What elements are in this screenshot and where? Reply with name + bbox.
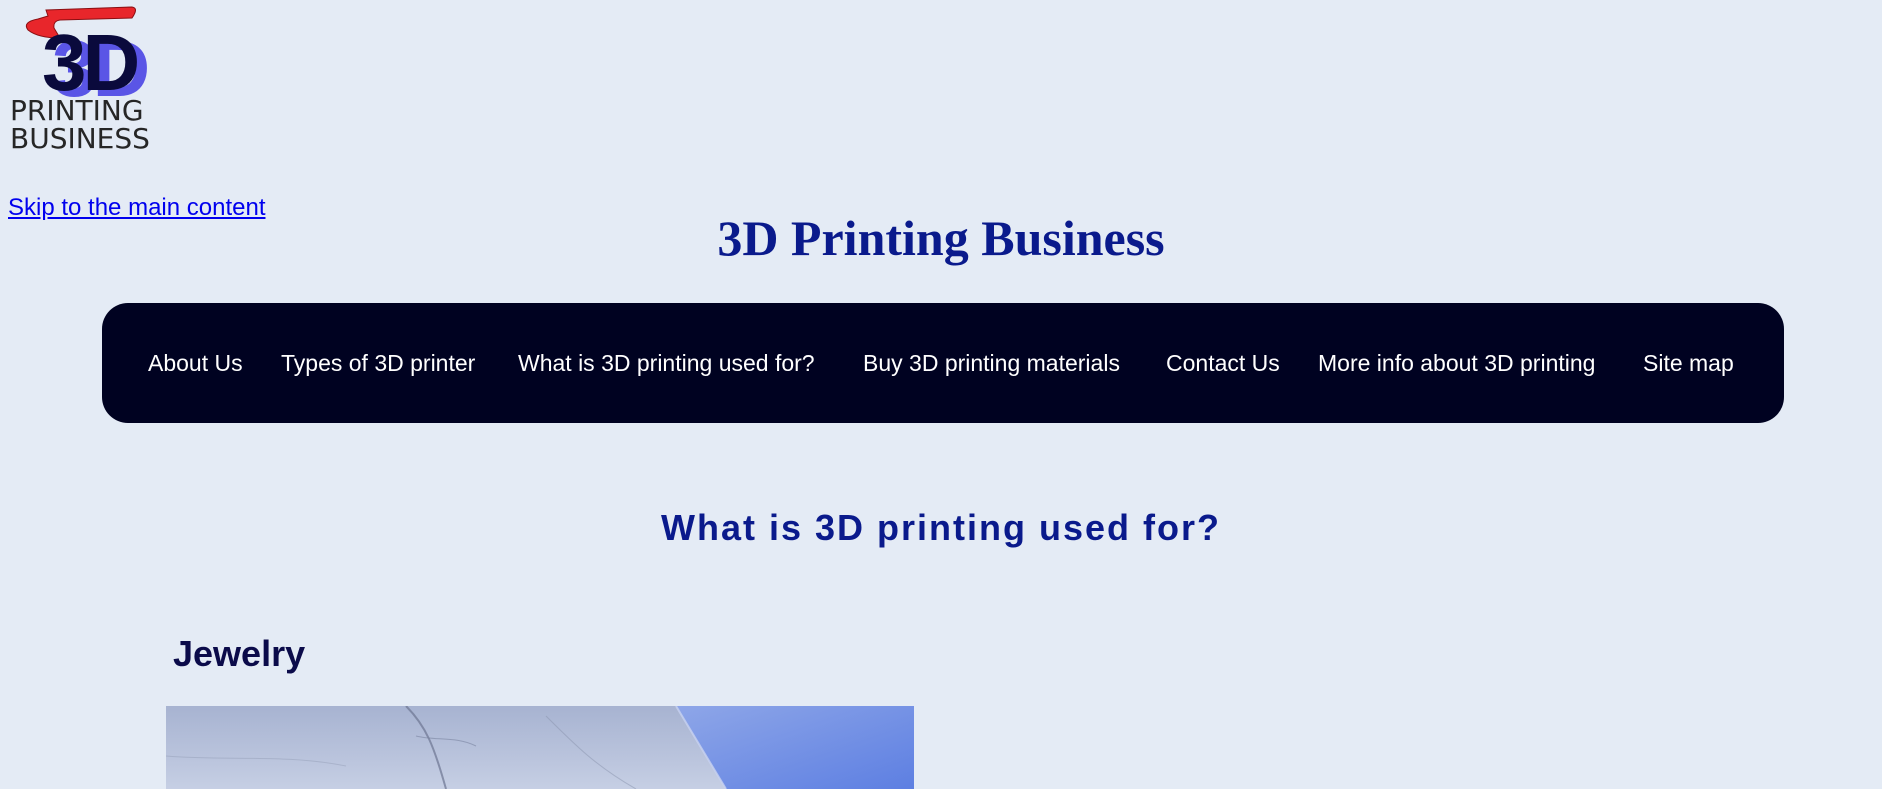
logo-line2: BUSINESS <box>10 122 150 154</box>
nav-item-about-us[interactable]: About Us <box>148 303 243 423</box>
nav-item-what-is-3d-printing-used-for[interactable]: What is 3D printing used for? <box>518 303 815 423</box>
site-title: 3D Printing Business <box>717 210 1165 266</box>
nav-item-more-info-about-3d-printing[interactable]: More info about 3D printing <box>1318 303 1595 423</box>
jewelry-image <box>166 706 914 789</box>
section-heading-jewelry: Jewelry <box>173 633 306 674</box>
marble-photo <box>166 706 914 789</box>
nav-item-buy-3d-printing-materials[interactable]: Buy 3D printing materials <box>863 303 1120 423</box>
page-heading: What is 3D printing used for? <box>661 507 1221 548</box>
nav-item-contact-us[interactable]: Contact Us <box>1166 303 1280 423</box>
main-nav: About Us Types of 3D printer What is 3D … <box>102 303 1784 423</box>
site-logo[interactable]: 3D 3D PRINTING BUSINESS <box>8 4 198 155</box>
logo-graphic: 3D 3D PRINTING BUSINESS <box>10 6 151 155</box>
nav-item-types-of-3d-printer[interactable]: Types of 3D printer <box>281 303 475 423</box>
nav-item-site-map[interactable]: Site map <box>1643 303 1734 423</box>
